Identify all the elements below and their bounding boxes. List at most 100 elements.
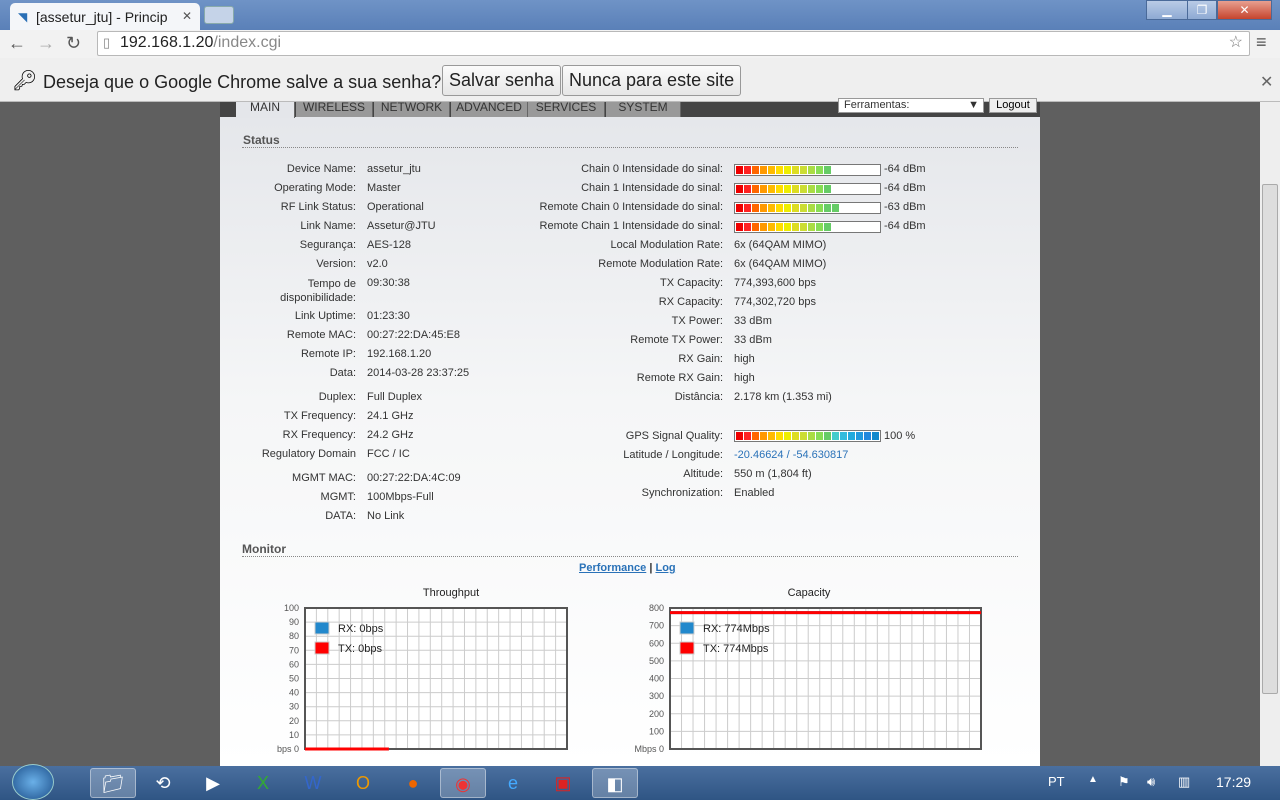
meter-segment [776,204,783,212]
word-icon[interactable]: W [290,768,336,798]
scrollbar-thumb[interactable] [1262,184,1278,694]
meter-segment [744,185,751,193]
address-bar[interactable]: ▯ 192.168.1.20/index.cgi ☆ [97,31,1250,56]
forward-icon[interactable]: → [37,33,55,54]
tab-wireless[interactable]: WIRELESS [296,102,373,117]
reload-icon[interactable]: ↻ [66,33,81,54]
tab-services[interactable]: SERVICES [528,102,605,117]
volume-icon[interactable]: 🔊︎ [1147,774,1155,790]
meter-segment [816,432,823,440]
meter-segment [808,204,815,212]
meter-segment [824,185,831,193]
meter-segment [872,432,879,440]
meter-segment [816,185,823,193]
url-path: /index.cgi [213,34,282,51]
field-value: 2.178 km (1.353 mi) [734,391,832,403]
language-indicator[interactable]: PT [1048,774,1065,789]
log-link[interactable]: Log [655,562,675,574]
legend-swatch [314,641,330,655]
divider [242,556,1018,557]
maximize-button[interactable]: ❐ [1187,0,1217,20]
save-password-button[interactable]: Salvar senha [442,65,562,96]
bookmark-star-icon[interactable]: ☆ [1229,32,1243,52]
field-value: FCC / IC [367,448,410,460]
field-value: assetur_jtu [367,163,421,175]
signal-label: Remote Chain 1 Intensidade do sinal: [539,220,723,232]
meter-segment [752,166,759,174]
explorer-icon[interactable]: 📁︎ [90,768,136,798]
meter-segment [864,432,871,440]
media-player-icon[interactable]: ▶ [190,768,236,798]
meter-segment [792,204,799,212]
field-value: 100Mbps-Full [367,491,434,503]
tools-dropdown[interactable]: Ferramentas: ▼ [838,98,984,113]
performance-link[interactable]: Performance [579,562,646,574]
field-value: 24.2 GHz [367,429,414,441]
legend-label: TX: 0bps [338,643,383,655]
excel-icon[interactable]: X [240,768,286,798]
show-hidden-icons[interactable]: ▲ [1088,774,1098,785]
app-window-icon[interactable]: ◧ [592,768,638,798]
tab-system[interactable]: SYSTEM [606,102,681,117]
field-label: TX Frequency: [283,410,356,422]
coordinates-link[interactable]: -20.46624 / -54.630817 [734,449,848,461]
field-value: 00:27:22:DA:4C:09 [367,472,461,484]
meter-segment [760,432,767,440]
meter-segment [800,185,807,193]
field-value: 00:27:22:DA:45:E8 [367,329,460,341]
flag-icon[interactable]: ⚑ [1118,774,1130,790]
meter-segment [800,432,807,440]
browser-tab[interactable]: ◥ [assetur_jtu] - Princip ✕ [10,3,200,30]
meter-segment [760,185,767,193]
field-value: Operational [367,201,424,213]
y-tick-label: 30 [289,702,299,712]
tab-title: [assetur_jtu] - Princip [36,9,168,25]
meter-segment [816,223,823,231]
close-tab-icon[interactable]: ✕ [182,9,192,23]
meter-segment [816,204,823,212]
legend-swatch [314,621,330,635]
field-label: Local Modulation Rate: [610,239,723,251]
meter-segment [736,166,743,174]
field-label: Link Uptime: [294,310,356,322]
field-label: RX Frequency: [282,429,356,441]
network-icon[interactable]: ▥ [1178,774,1190,790]
minimize-button[interactable]: ▁ [1146,0,1188,20]
divider [242,147,1018,148]
menu-icon[interactable]: ≡ [1256,32,1267,53]
y-tick-label: 500 [649,656,664,666]
chevron-down-icon: ▼ [968,99,979,111]
meter-segment [776,185,783,193]
field-label: MGMT: [320,491,356,503]
field-label: Operating Mode: [274,182,356,194]
meter-segment [792,223,799,231]
chrome-icon[interactable]: ◉ [440,768,486,798]
meter-segment [800,204,807,212]
sync-app-icon[interactable]: ⟲ [140,768,186,798]
back-icon[interactable]: ← [8,33,26,54]
y-tick-label: 200 [649,709,664,719]
field-label: DATA: [325,510,356,522]
logout-button[interactable]: Logout [989,98,1037,113]
clock[interactable]: 17:29 [1216,774,1251,790]
ie-icon[interactable]: e [490,768,536,798]
tab-advanced[interactable]: ADVANCED [451,102,528,117]
outlook-icon[interactable]: O [340,768,386,798]
y-tick-label: 400 [649,674,664,684]
close-window-button[interactable]: ✕ [1217,0,1272,20]
meter-segment [760,223,767,231]
never-save-button[interactable]: Nunca para este site [562,65,742,96]
fortinet-icon[interactable]: ▣ [540,768,586,798]
field-label: Distância: [674,391,723,403]
close-infobar-icon[interactable]: ✕ [1260,72,1273,92]
signal-label: Chain 0 Intensidade do sinal: [581,163,723,175]
field-value: v2.0 [367,258,388,270]
meter-segment [768,223,775,231]
new-tab-button[interactable] [204,6,234,24]
firefox-icon[interactable]: ● [390,768,436,798]
meter-segment [744,223,751,231]
tab-main[interactable]: MAIN [236,102,295,118]
tab-network[interactable]: NETWORK [374,102,450,117]
signal-meter [734,202,881,214]
start-button[interactable] [12,764,54,800]
